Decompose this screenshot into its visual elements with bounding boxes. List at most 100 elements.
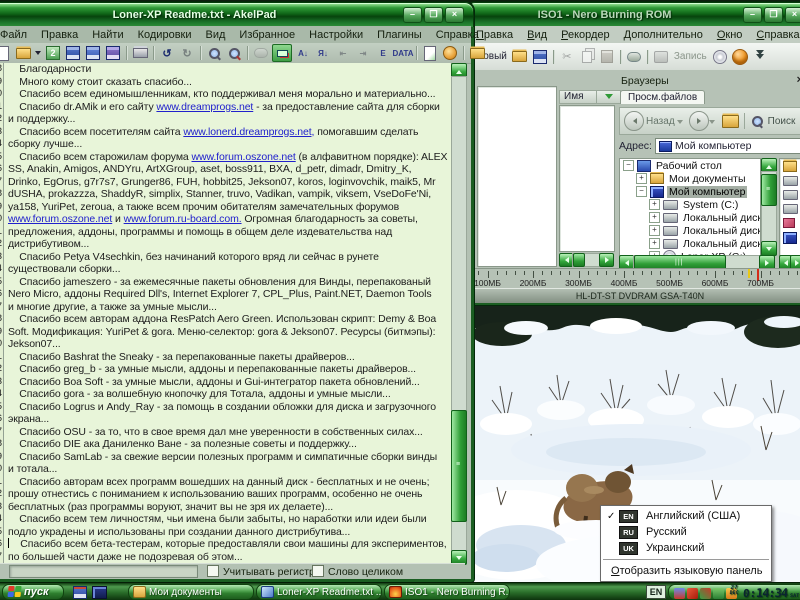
sessions-icon[interactable] xyxy=(468,45,486,61)
editor-area[interactable]: 108 Благодарности109 Много кому стоит ск… xyxy=(0,63,451,563)
print-icon[interactable] xyxy=(131,45,149,61)
view-icon[interactable] xyxy=(625,49,643,65)
language-indicator[interactable]: EN xyxy=(646,585,666,599)
find-icon[interactable] xyxy=(205,45,223,61)
scroll-right-button[interactable] xyxy=(599,253,614,267)
menu-item[interactable]: Окно xyxy=(710,27,750,43)
back-button[interactable] xyxy=(624,111,644,131)
save-file-as-icon[interactable] xyxy=(84,45,102,61)
shift-right-icon[interactable]: ⇥ xyxy=(354,45,372,61)
nero-titlebar[interactable]: ISO1 - Nero Burning ROM – ❐ × xyxy=(466,2,800,27)
expand-icon[interactable]: + xyxy=(636,173,647,184)
quicklaunch-desktop-icon[interactable] xyxy=(92,586,107,599)
hyperlink[interactable]: www.forum.oszone.net xyxy=(192,151,296,163)
taskbar-button[interactable]: ISO1 - Nero Burning R.... xyxy=(384,584,510,600)
menu-item[interactable]: Настройки xyxy=(302,27,370,43)
menu-item[interactable]: Избранное xyxy=(232,27,302,43)
drive-icon[interactable] xyxy=(783,190,798,200)
tree-item[interactable]: −Рабочий стол xyxy=(620,159,760,172)
restore-button[interactable]: ❐ xyxy=(764,7,783,23)
tree-item[interactable]: +Мои документы xyxy=(620,172,760,185)
burn-icon[interactable] xyxy=(652,49,670,65)
taskbar-button[interactable]: Loner-XP Readme.txt ... xyxy=(256,584,382,600)
hyperlink[interactable]: www.forum.oszone.net xyxy=(8,213,112,225)
menu-item[interactable]: Файл xyxy=(0,27,34,43)
undo-icon[interactable]: ↺ xyxy=(158,45,176,61)
tree-item[interactable]: +Локальный диск (D:) xyxy=(620,211,760,224)
folder-up-icon[interactable] xyxy=(722,115,739,128)
save-icon[interactable] xyxy=(531,49,549,65)
menu-item[interactable]: Рекордер xyxy=(554,27,617,43)
panel-close-icon[interactable]: × xyxy=(797,74,800,86)
collapse-icon[interactable]: − xyxy=(623,160,634,171)
menu-item[interactable]: Дополнительно xyxy=(617,27,710,43)
expand-icon[interactable]: + xyxy=(649,199,660,210)
nero-express-icon[interactable] xyxy=(731,49,749,65)
close-button[interactable]: × xyxy=(445,7,464,23)
menu-item[interactable]: Найти xyxy=(85,27,130,43)
font-tool-icon[interactable]: Е xyxy=(374,45,392,61)
quicklaunch-floppy-icon[interactable] xyxy=(73,586,87,599)
redo-icon[interactable]: ↻ xyxy=(178,45,196,61)
antivirus-tray-icon[interactable] xyxy=(713,588,724,599)
sort-ascending-icon[interactable]: А↓ xyxy=(294,45,312,61)
new-file-icon[interactable] xyxy=(0,45,12,61)
menu-item[interactable]: Справка xyxy=(429,27,486,43)
menu-item[interactable]: Вид xyxy=(520,27,554,43)
minimize-button[interactable]: – xyxy=(403,7,422,23)
view-mode-icon[interactable] xyxy=(252,45,270,61)
hyperlink[interactable]: www.lonerd.dreamprogs.net, xyxy=(183,126,314,138)
whole-word-checkbox[interactable] xyxy=(312,565,324,577)
forward-dropdown-icon[interactable] xyxy=(709,120,715,127)
match-case-checkbox[interactable] xyxy=(207,565,219,577)
maximize-button[interactable]: ❐ xyxy=(424,7,443,23)
new-folder-icon[interactable] xyxy=(511,49,529,65)
hyperlink[interactable]: www.dreamprogs.net xyxy=(156,101,253,113)
cut-icon[interactable]: ✂ xyxy=(558,49,576,65)
expand-icon[interactable]: + xyxy=(649,225,660,236)
expand-icon[interactable]: + xyxy=(649,238,660,249)
language-menu-item[interactable]: RUРусский xyxy=(601,524,771,540)
compilation-pane[interactable] xyxy=(477,86,557,267)
file-list-pane[interactable] xyxy=(559,105,615,252)
more-tools-icon[interactable] xyxy=(751,49,769,65)
menu-item[interactable]: Справка xyxy=(749,27,800,43)
back-dropdown-icon[interactable] xyxy=(677,120,683,127)
name-column-header[interactable]: Имя xyxy=(559,90,599,104)
drive-list-pane[interactable] xyxy=(779,158,800,256)
search-icon[interactable] xyxy=(751,113,765,129)
replace-icon[interactable] xyxy=(225,45,243,61)
paint-tray-icon[interactable] xyxy=(687,588,698,599)
menu-item[interactable]: Кодировки xyxy=(131,27,199,43)
show-language-bar-item[interactable]: Отобразить языковую панель xyxy=(601,563,771,579)
language-menu-item[interactable]: ✓ENАнглийский (США) xyxy=(601,508,771,524)
insert-date-icon[interactable]: DATA xyxy=(394,45,412,61)
akelpad-titlebar[interactable]: Loner-XP Readme.txt - AkelPad – ❐ × xyxy=(0,2,474,27)
scroll-down-button[interactable] xyxy=(761,241,777,256)
network-tray-icon[interactable] xyxy=(700,588,711,599)
expand-icon[interactable]: + xyxy=(649,212,660,223)
hyperlink[interactable]: www.forum.ru-board.com. xyxy=(124,213,242,225)
copy-icon[interactable] xyxy=(578,49,596,65)
sort-descending-icon[interactable]: Я↓ xyxy=(314,45,332,61)
save-all-icon[interactable] xyxy=(104,45,122,61)
menu-item[interactable]: Вид xyxy=(199,27,233,43)
taskbar-button[interactable]: Мои документы xyxy=(128,584,254,600)
write-button[interactable]: Запись xyxy=(674,51,707,62)
recode-icon[interactable] xyxy=(44,45,62,61)
address-field[interactable]: Мой компьютер xyxy=(655,138,800,154)
menu-item[interactable]: Правка xyxy=(34,27,85,43)
open-dropdown-icon[interactable] xyxy=(34,45,42,61)
tree-item[interactable]: +Локальный диск (E:) xyxy=(620,224,760,237)
start-button[interactable]: пуск xyxy=(2,584,64,600)
drive-icon[interactable] xyxy=(783,176,798,186)
save-file-icon[interactable] xyxy=(64,45,82,61)
collapse-icon[interactable]: − xyxy=(636,186,647,197)
computer-icon[interactable] xyxy=(783,232,797,244)
menu-item[interactable]: Плагины xyxy=(370,27,429,43)
minimize-button[interactable]: – xyxy=(743,7,762,23)
shift-left-icon[interactable]: ⇤ xyxy=(334,45,352,61)
settings-icon[interactable] xyxy=(441,45,459,61)
search-input[interactable] xyxy=(9,565,198,578)
drive-icon[interactable] xyxy=(783,204,798,214)
